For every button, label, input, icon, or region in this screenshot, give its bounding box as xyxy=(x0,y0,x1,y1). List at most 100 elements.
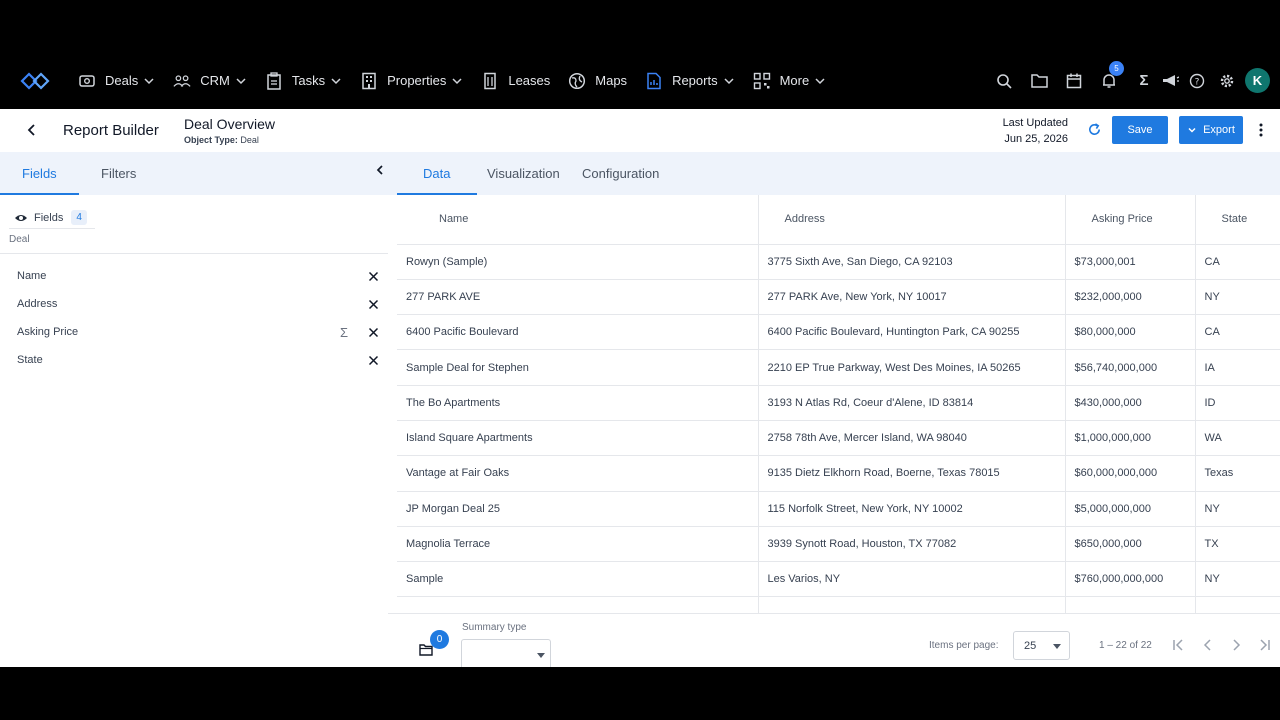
report-header: Report Builder Deal Overview Object Type… xyxy=(0,109,1280,152)
table-row[interactable]: Rowyn (Sample) 3775 Sixth Ave, San Diego,… xyxy=(397,244,1280,280)
cell-partial xyxy=(758,596,1066,613)
tab-fields[interactable]: Fields xyxy=(22,166,57,181)
cell-address: 6400 Pacific Boulevard, Huntington Park,… xyxy=(758,314,1066,351)
cell-state: CA xyxy=(1195,314,1280,351)
close-icon[interactable] xyxy=(368,355,379,366)
tab-filters[interactable]: Filters xyxy=(101,166,136,181)
table-row[interactable]: 277 PARK AVE 277 PARK Ave, New York, NY 1… xyxy=(397,279,1280,316)
nav-item-label: Reports xyxy=(672,73,718,88)
last-updated-date: Jun 25, 2026 xyxy=(1004,133,1068,145)
cell-address: 115 Norfolk Street, New York, NY 10002 xyxy=(758,491,1066,527)
cell-address: 3193 N Atlas Rd, Coeur d'Alene, ID 83814 xyxy=(758,385,1066,421)
field-item[interactable]: State xyxy=(0,347,388,375)
nav-item-properties[interactable]: Properties xyxy=(360,52,463,109)
nav-item-more[interactable]: More xyxy=(753,52,827,109)
close-icon[interactable] xyxy=(368,271,379,282)
app-logo-icon[interactable] xyxy=(20,69,50,93)
tab-configuration[interactable]: Configuration xyxy=(582,166,659,181)
close-icon[interactable] xyxy=(368,299,379,310)
table-row[interactable]: Vantage at Fair Oaks 9135 Dietz Elkhorn R… xyxy=(397,455,1280,492)
column-header-state[interactable]: State xyxy=(1195,195,1280,245)
data-table-container[interactable]: Name Address Asking Price State Rowyn (S… xyxy=(397,195,1280,613)
gear-icon[interactable] xyxy=(1218,72,1236,90)
export-button[interactable]: Export xyxy=(1179,116,1243,144)
cell-name: JP Morgan Deal 25 xyxy=(397,491,759,527)
megaphone-icon[interactable] xyxy=(1161,72,1179,90)
column-header-asking-price[interactable]: Asking Price xyxy=(1065,195,1196,245)
sigma-icon[interactable]: Σ xyxy=(1135,72,1153,90)
table-row[interactable]: 6400 Pacific Boulevard 6400 Pacific Boule… xyxy=(397,314,1280,351)
last-page-icon[interactable] xyxy=(1257,638,1271,652)
fields-visibility-chip[interactable]: Fields 4 xyxy=(9,207,95,229)
cell-address: Les Varios, NY xyxy=(758,561,1066,598)
table-row[interactable]: Sample Deal for Stephen 2210 EP True Park… xyxy=(397,349,1280,386)
letterbox-bottom xyxy=(0,667,1280,720)
chevron-down-icon xyxy=(815,77,825,84)
last-updated-label: Last Updated xyxy=(1002,117,1068,129)
table-row[interactable]: Magnolia Terrace 3939 Synott Road, Housto… xyxy=(397,526,1280,563)
nav-item-maps[interactable]: Maps xyxy=(568,52,627,109)
cell-state: Texas xyxy=(1195,455,1280,492)
column-header-address[interactable]: Address xyxy=(758,195,1066,245)
back-arrow-icon[interactable] xyxy=(24,122,40,138)
search-icon[interactable] xyxy=(995,72,1013,90)
save-button[interactable]: Save xyxy=(1112,116,1168,144)
cell-state: TX xyxy=(1195,526,1280,563)
dropdown-arrow-icon xyxy=(537,653,545,658)
nav-menu: Deals CRM Tasks Properties Leases Maps Reports… xyxy=(78,52,844,109)
cell-state: NY xyxy=(1195,561,1280,598)
nav-item-deals[interactable]: Deals xyxy=(78,52,155,109)
cell-name: Sample xyxy=(397,561,759,598)
help-icon[interactable]: ? xyxy=(1188,72,1206,90)
chevron-down-icon xyxy=(331,77,341,84)
first-page-icon[interactable] xyxy=(1172,638,1186,652)
nav-item-label: More xyxy=(779,73,810,88)
calendar-icon[interactable] xyxy=(1065,72,1083,90)
export-label: Export xyxy=(1203,124,1235,136)
field-item[interactable]: Name xyxy=(0,263,388,291)
cell-name: The Bo Apartments xyxy=(397,385,759,421)
bell-icon[interactable]: 5 xyxy=(1100,60,1124,90)
tab-data[interactable]: Data xyxy=(423,166,450,181)
dropdown-arrow-icon xyxy=(1053,644,1061,649)
notification-count-badge: 5 xyxy=(1109,60,1124,76)
content-tabs: Data Visualization Configuration xyxy=(388,152,1280,195)
table-row[interactable]: Island Square Apartments 2758 78th Ave, M… xyxy=(397,420,1280,457)
cell-name: 277 PARK AVE xyxy=(397,279,759,316)
active-tab-indicator xyxy=(0,193,79,195)
fields-chip-label: Fields xyxy=(34,211,64,224)
nav-item-crm[interactable]: CRM xyxy=(173,52,247,109)
table-row[interactable]: The Bo Apartments 3193 N Atlas Rd, Coeur … xyxy=(397,385,1280,421)
folder-icon[interactable] xyxy=(1030,72,1048,90)
data-table: Name Address Asking Price State Rowyn (S… xyxy=(397,195,1280,613)
column-header-name[interactable]: Name xyxy=(397,195,759,245)
items-per-page-value: 25 xyxy=(1024,640,1037,652)
close-icon[interactable] xyxy=(368,327,379,338)
field-item[interactable]: Asking Price Σ xyxy=(0,319,388,347)
cell-address: 277 PARK Ave, New York, NY 10017 xyxy=(758,279,1066,316)
table-row[interactable]: Sample Les Varios, NY $760,000,000,000 NY xyxy=(397,561,1280,598)
collapse-panel-icon[interactable] xyxy=(374,164,386,176)
user-avatar[interactable]: K xyxy=(1245,68,1270,93)
field-item[interactable]: Address xyxy=(0,291,388,319)
more-vertical-icon[interactable] xyxy=(1255,122,1267,138)
folder-icon[interactable] xyxy=(419,644,433,656)
items-per-page-select[interactable]: 25 xyxy=(1013,631,1070,660)
cell-asking-price: $5,000,000,000 xyxy=(1065,491,1196,527)
tab-visualization[interactable]: Visualization xyxy=(487,166,560,181)
fields-panel: Fields Filters Fields 4 Deal Name Address… xyxy=(0,152,388,667)
previous-page-icon[interactable] xyxy=(1201,638,1215,652)
sigma-icon[interactable]: Σ xyxy=(340,325,348,340)
table-body: Rowyn (Sample) 3775 Sixth Ave, San Diego,… xyxy=(397,244,1280,613)
nav-item-reports[interactable]: Reports xyxy=(645,52,735,109)
next-page-icon[interactable] xyxy=(1229,638,1243,652)
nav-item-tasks[interactable]: Tasks xyxy=(265,52,342,109)
nav-item-label: Leases xyxy=(508,73,551,88)
nav-item-leases[interactable]: Leases xyxy=(481,52,550,109)
cell-partial xyxy=(397,596,759,613)
refresh-icon[interactable] xyxy=(1087,122,1102,137)
fields-count-badge: 4 xyxy=(71,210,87,225)
table-row-partial xyxy=(397,596,1280,613)
table-row[interactable]: JP Morgan Deal 25 115 Norfolk Street, New… xyxy=(397,491,1280,527)
cell-asking-price: $73,000,001 xyxy=(1065,244,1196,280)
